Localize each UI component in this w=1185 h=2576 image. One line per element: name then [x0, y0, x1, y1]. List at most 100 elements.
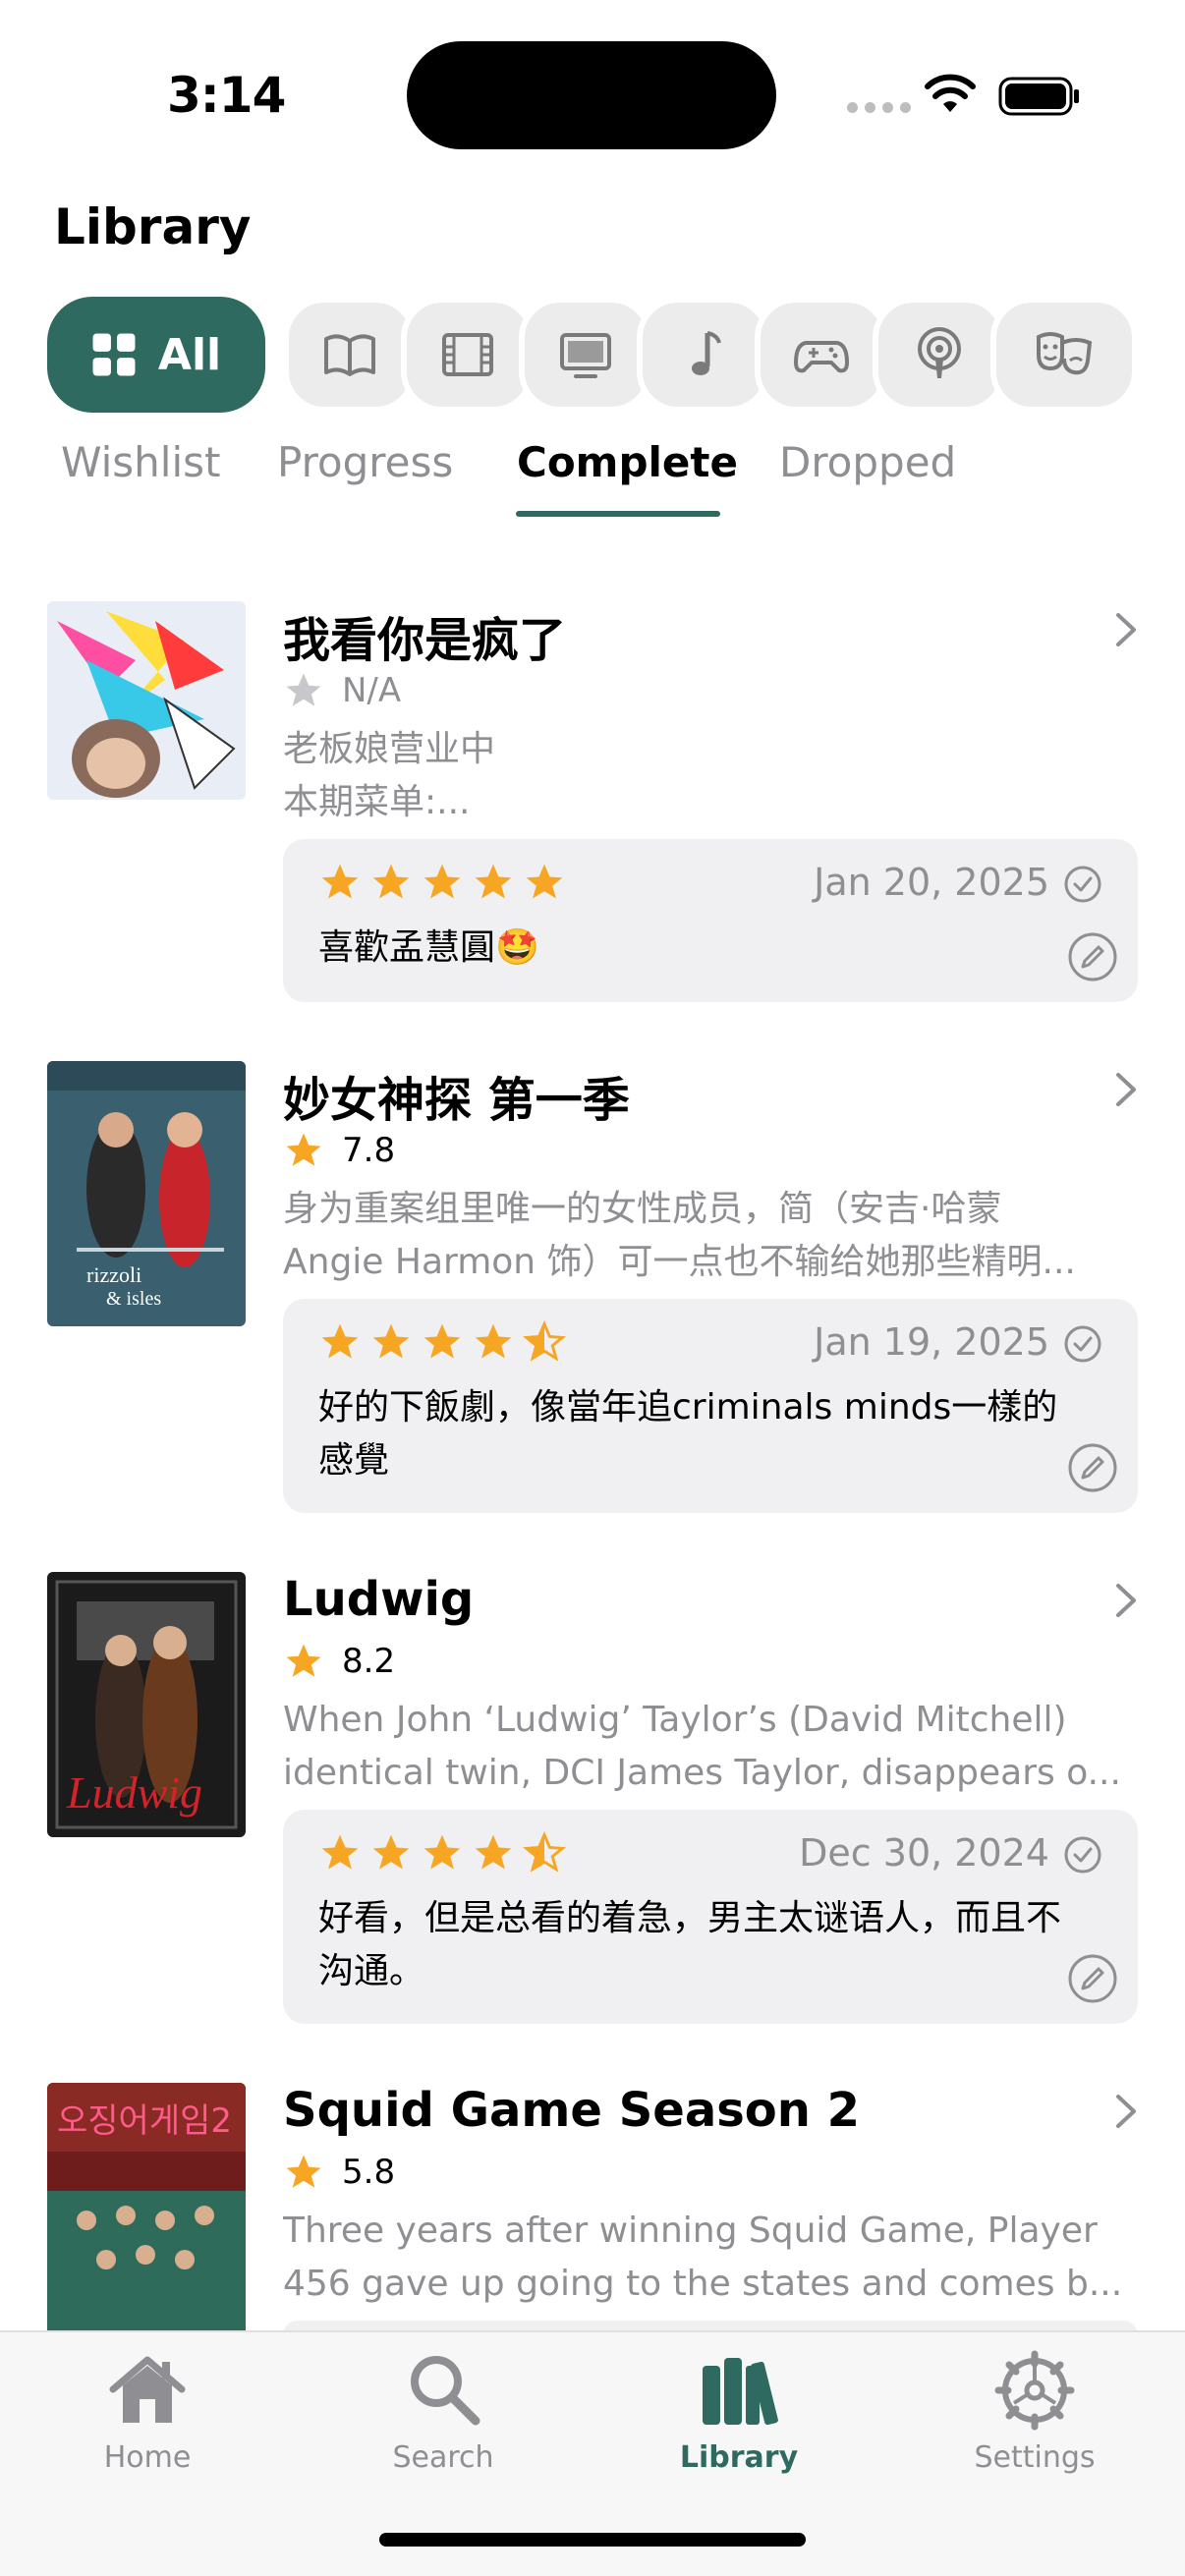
gear-icon	[994, 2350, 1075, 2431]
star-icon	[372, 1834, 410, 1870]
rating: 7.8	[283, 1130, 395, 1171]
category-book-button[interactable]	[283, 297, 417, 413]
theater-icon	[1037, 332, 1093, 375]
item-description: When John ‘Ludwig’ Taylor’s (David Mitch…	[283, 1700, 1121, 1793]
review-date: Jan 20, 2025	[814, 861, 1049, 904]
podcast-icon	[918, 327, 961, 378]
battery-icon	[998, 77, 1079, 116]
category-music-button[interactable]	[637, 297, 770, 413]
chevron-right-icon	[1116, 2095, 1136, 2128]
star-icon	[286, 1644, 321, 1677]
review-card[interactable]: Jan 20, 2025 喜歡孟慧圓🤩	[283, 839, 1138, 1002]
category-tv-button[interactable]	[519, 297, 652, 413]
music-icon	[692, 331, 721, 375]
review-text: 好的下飯劇，像當年追criminals minds一樣的感覺	[318, 1387, 1058, 1481]
tv-icon	[560, 333, 611, 378]
rating: 8.2	[283, 1641, 395, 1682]
category-film-button[interactable]	[401, 297, 535, 413]
svg-text:rizzoli: rizzoli	[86, 1262, 141, 1287]
review-card[interactable]: Jan 19, 2025 好的下飯劇，像當年追criminals minds一樣…	[283, 1299, 1138, 1513]
tab-home[interactable]: Home	[49, 2346, 246, 2475]
item-description: 身为重案组里唯一的女性成员，简（安吉·哈蒙 Angie Harmon 饰）可一点…	[283, 1189, 1076, 1282]
star-icon	[423, 864, 461, 899]
list-item[interactable]: 오징어게임2 Squid Game Season 2 5.8 Three yea…	[0, 2083, 1185, 2350]
page-title: Library	[54, 198, 252, 255]
category-all-button[interactable]: All	[47, 297, 265, 413]
book-icon	[324, 334, 375, 376]
category-podcast-button[interactable]	[873, 297, 1006, 413]
tab-settings[interactable]: Settings	[936, 2346, 1133, 2475]
grid-icon	[92, 333, 136, 376]
tab-wishlist[interactable]: Wishlist	[61, 438, 220, 486]
tab-progress[interactable]: Progress	[277, 438, 453, 486]
tab-selection-indicator	[516, 511, 720, 517]
category-all-label: All	[157, 329, 222, 380]
svg-text:Ludwig: Ludwig	[66, 1767, 202, 1818]
list-item[interactable]: rizzoli & isles 妙女神探 第一季 7.8 身为重案组里唯一的女性成…	[0, 1061, 1185, 1523]
rating-value: N/A	[342, 671, 402, 710]
game-icon	[794, 341, 849, 373]
poster-image: Ludwig	[47, 1572, 246, 1837]
tab-settings-label: Settings	[974, 2440, 1096, 2475]
status-tabs: Wishlist Progress Complete Dropped	[0, 432, 1185, 521]
review-date: Dec 30, 2024	[799, 1831, 1049, 1875]
list-item[interactable]: 我看你是疯了 N/A 老板娘营业中 本期菜单:... Jan 20, 2025 …	[0, 601, 1185, 1014]
edit-icon[interactable]	[1067, 1442, 1118, 1493]
category-game-button[interactable]	[755, 297, 888, 413]
star-icon	[286, 1133, 321, 1166]
star-icon	[423, 1834, 461, 1870]
rating-value: 8.2	[342, 1642, 396, 1681]
svg-text:오징어게임2: 오징어게임2	[57, 2101, 232, 2141]
poster-image: rizzoli & isles	[47, 1061, 246, 1326]
star-icon	[372, 1323, 410, 1359]
status-time: 3:14	[167, 67, 286, 124]
checkmark-circle-icon	[1064, 866, 1101, 903]
chevron-right-icon	[1116, 613, 1136, 646]
category-filter: All	[47, 297, 1138, 413]
svg-text:& isles: & isles	[106, 1288, 161, 1310]
rating-value: 5.8	[342, 2153, 396, 2192]
item-description: 老板娘营业中 本期菜单:...	[283, 729, 496, 822]
rating-value: 7.8	[342, 1131, 396, 1170]
star-icon	[321, 864, 359, 899]
star-icon	[321, 1323, 359, 1359]
checkmark-circle-icon	[1064, 1836, 1101, 1874]
star-icon	[475, 864, 512, 899]
star-icon	[475, 1323, 512, 1359]
review-card[interactable]: Dec 30, 2024 好看，但是总看的着急，男主太谜语人，而且不沟通。	[283, 1810, 1138, 2024]
edit-icon[interactable]	[1067, 931, 1118, 982]
item-title: Ludwig	[283, 1572, 475, 1627]
checkmark-circle-icon	[1064, 1325, 1101, 1363]
film-icon	[442, 333, 493, 376]
cellular-signal-icon	[847, 102, 911, 113]
item-description: Three years after winning Squid Game, Pl…	[283, 2211, 1123, 2304]
item-title: Squid Game Season 2	[283, 2083, 861, 2138]
tab-library-label: Library	[679, 2440, 799, 2475]
star-icon	[286, 673, 321, 706]
star-half-icon	[523, 1831, 566, 1873]
tab-search[interactable]: Search	[345, 2346, 541, 2475]
tab-dropped[interactable]: Dropped	[779, 438, 956, 486]
review-date: Jan 19, 2025	[814, 1320, 1049, 1364]
review-stars	[318, 1320, 566, 1364]
star-icon	[423, 1323, 461, 1359]
wifi-icon	[925, 74, 976, 112]
list-item[interactable]: Ludwig Ludwig 8.2 When John ‘Ludwig’ Tay…	[0, 1572, 1185, 2034]
tab-library[interactable]: Library	[641, 2346, 837, 2475]
dynamic-island	[407, 41, 776, 149]
star-icon	[321, 1834, 359, 1870]
tab-home-label: Home	[103, 2440, 192, 2475]
tab-complete[interactable]: Complete	[517, 438, 738, 486]
edit-icon[interactable]	[1067, 1953, 1118, 2004]
review-stars	[318, 1831, 566, 1875]
star-half-icon	[523, 1320, 566, 1362]
status-bar: 3:14	[0, 0, 1185, 187]
item-title: 妙女神探 第一季	[283, 1073, 630, 1128]
house-icon	[109, 2356, 186, 2423]
rating: N/A	[283, 670, 401, 711]
category-theater-button[interactable]	[990, 297, 1138, 413]
item-title: 我看你是疯了	[283, 613, 567, 668]
star-icon	[526, 864, 563, 899]
review-stars	[318, 861, 566, 904]
books-icon	[703, 2358, 778, 2426]
